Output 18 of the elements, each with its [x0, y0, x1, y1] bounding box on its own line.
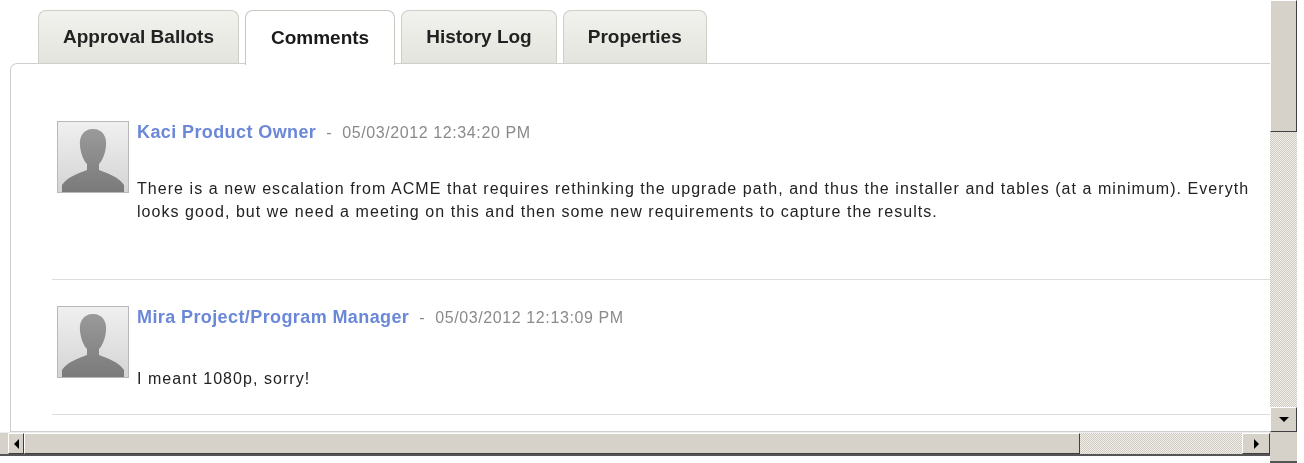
- comment-text-line: looks good, but we need a meeting on this and then some new requirements to capture the results.: [137, 202, 939, 222]
- scroll-left-button[interactable]: [8, 433, 24, 454]
- dash-separator: -: [326, 123, 333, 143]
- scroll-thumb[interactable]: [24, 433, 1080, 454]
- tab[interactable]: Approval Ballots: [38, 10, 239, 63]
- comment-timestamp: 05/03/2012 12:34:20 PM: [342, 123, 531, 143]
- avatar-icon: [57, 121, 129, 193]
- scroll-right-button[interactable]: [1242, 433, 1270, 454]
- comment-text-line: I meant 1080p, sorry!: [137, 369, 312, 389]
- scroll-thumb[interactable]: [1270, 0, 1297, 132]
- avatar-icon: [57, 306, 129, 378]
- scroll-down-button[interactable]: [1270, 407, 1297, 432]
- comment-text-line: There is a new escalation from ACME that requires rethinking the upgrade path, and thus the installer and tables (at a minimum). Everyth: [137, 179, 1250, 199]
- tab[interactable]: Comments: [245, 10, 396, 65]
- comment-timestamp: 05/03/2012 12:13:09 PM: [435, 308, 624, 328]
- tab[interactable]: Properties: [562, 10, 707, 63]
- dash-separator: -: [419, 308, 426, 328]
- tab[interactable]: History Log: [401, 10, 557, 63]
